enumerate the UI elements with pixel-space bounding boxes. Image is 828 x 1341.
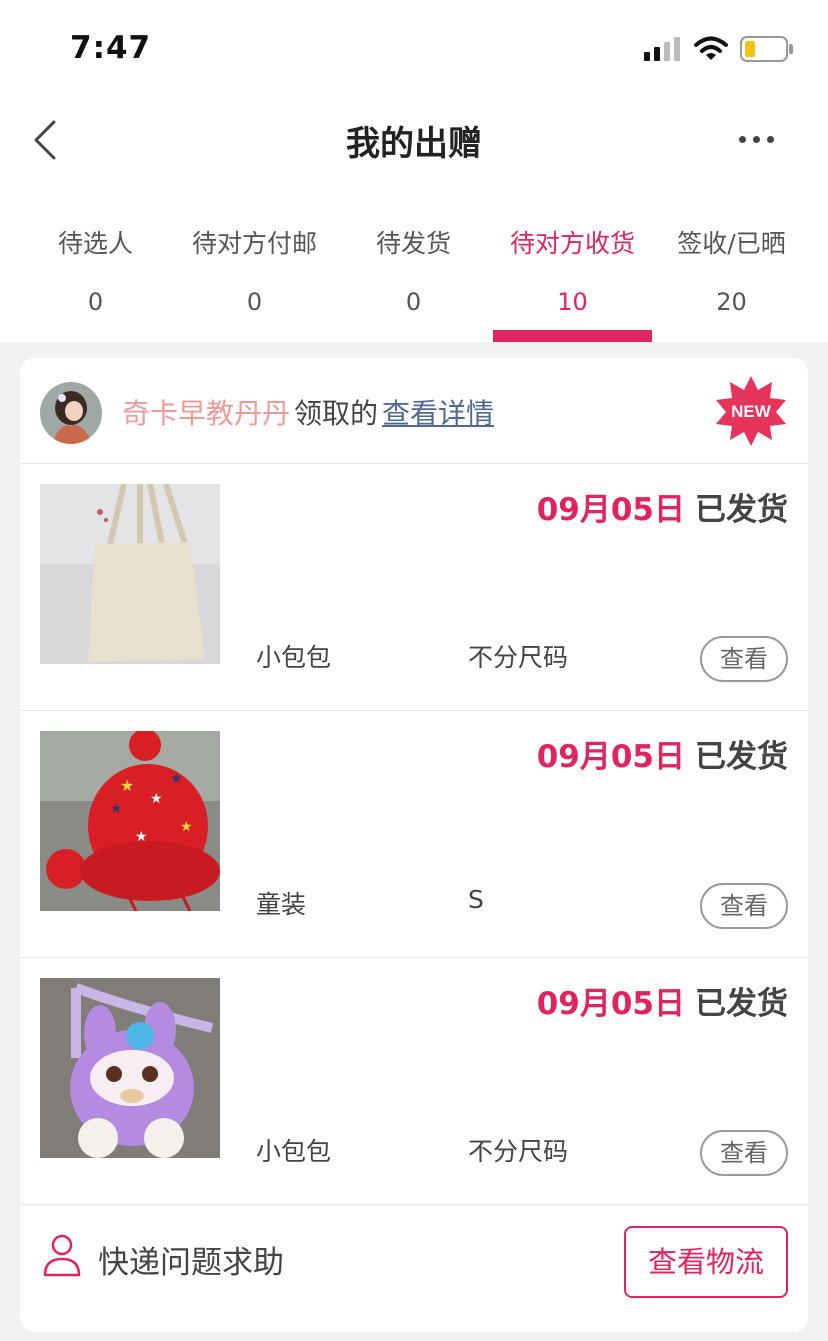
tab-count: 0 (87, 288, 104, 316)
item-image-tote-bag[interactable] (40, 484, 220, 664)
status-icons (644, 36, 794, 62)
svg-text:★: ★ (110, 801, 123, 817)
tab-label: 待选人 (57, 229, 133, 258)
status-time: 7:47 (70, 30, 152, 66)
tab-count: 10 (557, 288, 588, 316)
item-size: S (468, 885, 484, 914)
page-title: 我的出赠 (346, 124, 482, 164)
status-bar: 7:47 (0, 0, 828, 96)
item-image-purple-bunny-bag[interactable] (40, 978, 220, 1158)
svg-text:★: ★ (150, 791, 163, 807)
ship-date: 09月05日 (536, 492, 685, 528)
battery-icon (740, 36, 793, 62)
tab-label: 待发货 (375, 229, 451, 258)
wifi-icon (694, 36, 728, 60)
shipping-help-link[interactable]: 快递问题求助 (98, 1237, 284, 1282)
view-item-button[interactable]: 查看 (700, 636, 788, 682)
svg-text:★: ★ (180, 819, 193, 835)
tab-pending-shipment[interactable]: 待发货 0 (334, 192, 493, 342)
signal-icon (644, 37, 680, 61)
view-details-link[interactable]: 查看详情 (382, 397, 494, 430)
svg-text:★: ★ (135, 829, 148, 845)
person-icon[interactable] (42, 1233, 82, 1277)
svg-text:★: ★ (120, 776, 134, 795)
view-logistics-button[interactable]: 查看物流 (624, 1226, 788, 1298)
recipient-name[interactable]: 奇卡早教丹丹 (122, 397, 290, 430)
tab-pending-postage[interactable]: 待对方付邮 0 (175, 192, 334, 342)
tab-received-shared[interactable]: 签收/已晒 20 (652, 192, 811, 342)
svg-text:★: ★ (170, 771, 183, 787)
item-category: 小包包 (256, 643, 332, 672)
order-item: 09月05日 已发货 小包包 不分尺码 查看 (20, 464, 808, 711)
order-header: 奇卡早教丹丹 领取的 查看详情 NEW (20, 358, 808, 464)
tab-count: 0 (246, 288, 263, 316)
tab-pending-selection[interactable]: 待选人 0 (16, 192, 175, 342)
tab-count: 20 (716, 288, 747, 316)
ship-status: 已发货 (695, 492, 788, 528)
order-item: 09月05日 已发货 小包包 不分尺码 查看 (20, 958, 808, 1205)
item-category: 小包包 (256, 1137, 332, 1166)
order-card: 奇卡早教丹丹 领取的 查看详情 NEW 09月05日 已发货 小包包 不分尺码 … (20, 358, 808, 1332)
status-tabs: 待选人 0 待对方付邮 0 待发货 0 待对方收货 10 签收/已晒 20 (0, 192, 828, 342)
ship-status: 已发货 (695, 986, 788, 1022)
nav-bar: 我的出赠 (0, 96, 828, 192)
new-badge: NEW (714, 374, 788, 448)
order-item: ★ ★ ★ ★ ★ ★ 09月05日 已发货 童装 S 查看 (20, 711, 808, 958)
tab-label: 待对方收货 (509, 229, 635, 258)
active-tab-indicator (493, 330, 652, 342)
tab-pending-receipt[interactable]: 待对方收货 10 (493, 192, 652, 342)
tab-count: 0 (405, 288, 422, 316)
item-category: 童装 (256, 890, 307, 919)
order-footer: 快递问题求助 查看物流 (20, 1205, 808, 1332)
ship-status: 已发货 (695, 739, 788, 775)
tab-label: 待对方付邮 (191, 229, 317, 258)
ship-date: 09月05日 (536, 739, 685, 775)
tab-label: 签收/已晒 (677, 229, 786, 258)
more-icon[interactable] (739, 136, 774, 143)
view-item-button[interactable]: 查看 (700, 1130, 788, 1176)
view-item-button[interactable]: 查看 (700, 883, 788, 929)
ship-date: 09月05日 (536, 986, 685, 1022)
item-size: 不分尺码 (468, 1137, 569, 1166)
avatar[interactable] (40, 382, 102, 444)
item-image-red-knit-hat[interactable]: ★ ★ ★ ★ ★ ★ (40, 731, 220, 911)
new-badge-label: NEW (731, 402, 772, 421)
received-text: 领取的 (294, 397, 379, 430)
item-size: 不分尺码 (468, 643, 569, 672)
